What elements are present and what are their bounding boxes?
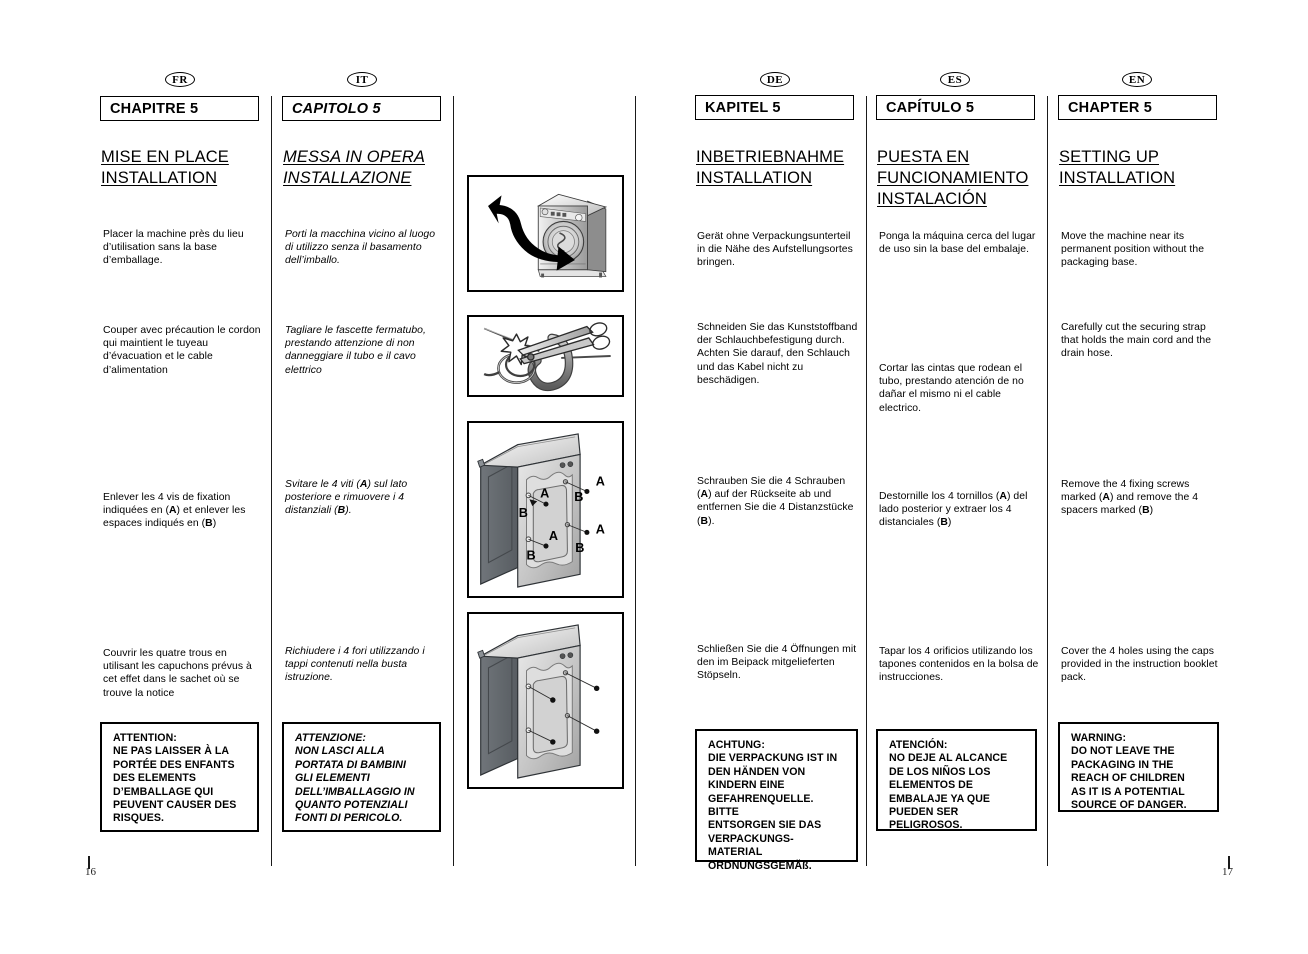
figure-label-a-bottom-right: A xyxy=(596,522,605,536)
figure-label-a-top-left: A xyxy=(540,486,549,500)
figure-washing-machine-lift-off-base xyxy=(467,175,624,292)
paragraph-it-1: Porti la macchina vicino al luogo di uti… xyxy=(285,229,436,267)
heading-line-2-de: INSTALLATION xyxy=(696,169,813,187)
heading-line-2-es: INSTALACIÓN xyxy=(877,190,987,208)
chapter-label-de: KAPITEL 5 xyxy=(705,99,781,116)
warning-box-en: WARNING: DO NOT LEAVE THE PACKAGING IN T… xyxy=(1058,722,1219,812)
chapter-label-es: CAPÍTULO 5 xyxy=(886,99,975,116)
figure-scissors-cutting-hose-strap xyxy=(467,315,624,397)
section-heading-de: INBETRIEBNAHME INSTALLATION xyxy=(696,147,871,189)
warning-text-en: WARNING: DO NOT LEAVE THE PACKAGING IN T… xyxy=(1071,732,1187,812)
paragraph-en-1: Move the machine near its permanent posi… xyxy=(1061,231,1205,269)
warning-box-es: ATENCIÓN: NO DEJE AL ALCANCE DE LOS NIÑO… xyxy=(876,729,1037,831)
figure-label-a-bottom-left: A xyxy=(549,529,558,543)
heading-line-1-fr: MISE EN PLACE xyxy=(101,148,229,166)
heading-line-1-it: MESSA IN OPERA xyxy=(283,148,425,166)
lang-badge-de: DE xyxy=(760,72,790,87)
column-divider-fr-it xyxy=(271,96,272,866)
figure-label-b-bottom-left: B xyxy=(526,549,535,563)
chapter-box-en: CHAPTER 5 xyxy=(1058,95,1217,120)
figure-label-b-top-left: B xyxy=(519,506,528,520)
section-heading-es: PUESTA EN FUNCIONAMIENTO INSTALACIÓN xyxy=(877,147,1052,210)
chapter-label-it: CAPITOLO 5 xyxy=(292,100,381,117)
figure-label-a-top-right: A xyxy=(596,475,605,489)
paragraph-en-4: Cover the 4 holes using the caps provide… xyxy=(1061,646,1218,684)
chapter-label-fr: CHAPITRE 5 xyxy=(110,100,199,117)
paragraph-es-4: Tapar los 4 orificios utilizando los tap… xyxy=(879,646,1039,684)
figure-machine-rear-holes-capped xyxy=(467,612,624,789)
warning-box-fr: ATTENTION: NE PAS LAISSER À LA PORTÉE DE… xyxy=(100,722,259,832)
warning-text-it: ATTENZIONE: NON LASCI ALLA PORTATA DI BA… xyxy=(295,732,415,825)
paragraph-de-1: Gerät ohne Verpackungsunterteil in die N… xyxy=(697,231,853,269)
paragraph-fr-1: Placer la machine près du lieu d’utilisa… xyxy=(103,229,244,267)
figure-label-b-bottom-right: B xyxy=(575,541,584,555)
paragraph-en-3: Remove the 4 fixing screws marked (A) an… xyxy=(1061,479,1199,517)
warning-text-es: ATENCIÓN: NO DEJE AL ALCANCE DE LOS NIÑO… xyxy=(889,739,1008,832)
warning-text-fr: ATTENTION: NE PAS LAISSER À LA PORTÉE DE… xyxy=(113,732,237,825)
column-divider-de-es xyxy=(866,96,867,866)
warning-box-de: ACHTUNG: DIE VERPACKUNG IST IN DEN HÄNDE… xyxy=(695,729,858,872)
figure-label-b-top-right: B xyxy=(574,490,583,504)
warning-box-it: ATTENZIONE: NON LASCI ALLA PORTATA DI BA… xyxy=(282,722,441,832)
column-divider-it-figures xyxy=(453,96,454,866)
section-heading-fr: MISE EN PLACE INSTALLATION xyxy=(101,147,271,189)
paragraph-de-4: Schließen Sie die 4 Öffnungen mit den im… xyxy=(697,644,857,682)
column-divider-figures-edge xyxy=(635,96,636,866)
paragraph-it-3: Svitare le 4 viti (A) sul lato posterior… xyxy=(285,479,408,517)
section-heading-en: SETTING UP INSTALLATION xyxy=(1059,147,1234,189)
paragraph-it-4: Richiudere i 4 fori utilizzando i tappi … xyxy=(285,646,425,684)
lang-badge-es: ES xyxy=(940,72,970,87)
heading-line-2-fr: INSTALLATION xyxy=(101,169,218,187)
paragraph-es-1: Ponga la máquina cerca del lugar de uso … xyxy=(879,231,1036,256)
paragraph-it-2: Tagliare le fascette fermatubo, prestand… xyxy=(285,325,426,376)
paragraph-de-2: Schneiden Sie das Kunststoffband der Sch… xyxy=(697,322,858,386)
heading-line-1-es: PUESTA EN xyxy=(877,148,970,166)
paragraph-en-2: Carefully cut the securing strap that ho… xyxy=(1061,322,1212,360)
section-heading-it: MESSA IN OPERA INSTALLAZIONE xyxy=(283,147,453,189)
figure-machine-rear-transit-bolts: A B A B A B A B xyxy=(467,421,624,598)
heading-line-2-it: INSTALLAZIONE xyxy=(283,169,412,187)
paragraph-fr-3: Enlever les 4 vis de fixation indiquées … xyxy=(103,492,246,530)
column-divider-es-en xyxy=(1047,96,1048,866)
lang-badge-en: EN xyxy=(1122,72,1152,87)
page-number-right: 17 xyxy=(1222,866,1233,878)
heading-line-1-de: INBETRIEBNAHME xyxy=(696,148,845,166)
chapter-box-de: KAPITEL 5 xyxy=(695,95,854,120)
chapter-box-it: CAPITOLO 5 xyxy=(282,96,441,121)
heading-line-2-en: INSTALLATION xyxy=(1059,169,1176,187)
chapter-label-en: CHAPTER 5 xyxy=(1068,99,1152,116)
chapter-box-fr: CHAPITRE 5 xyxy=(100,96,259,121)
heading-line-1-en: SETTING UP xyxy=(1059,148,1160,166)
manual-page-spread: FR IT DE ES EN CHAPITRE 5 CAPITOLO 5 KAP… xyxy=(0,0,1308,954)
chapter-box-es: CAPÍTULO 5 xyxy=(876,95,1035,120)
heading-line-1b-es: FUNCIONAMIENTO xyxy=(877,169,1029,187)
paragraph-fr-4: Couvrir les quatre trous en utilisant le… xyxy=(103,648,252,699)
lang-badge-fr: FR xyxy=(165,72,195,87)
page-number-left: 16 xyxy=(85,866,96,878)
paragraph-de-3: Schrauben Sie die 4 Schrauben (A) auf de… xyxy=(697,476,854,527)
paragraph-fr-2: Couper avec précaution le cordon qui mai… xyxy=(103,325,261,376)
paragraph-es-3: Destornille los 4 tornillos (A) del lado… xyxy=(879,491,1028,529)
warning-text-de: ACHTUNG: DIE VERPACKUNG IST IN DEN HÄNDE… xyxy=(708,739,838,872)
paragraph-es-2: Cortar las cintas que rodean el tubo, pr… xyxy=(879,363,1024,414)
lang-badge-it: IT xyxy=(347,72,377,87)
